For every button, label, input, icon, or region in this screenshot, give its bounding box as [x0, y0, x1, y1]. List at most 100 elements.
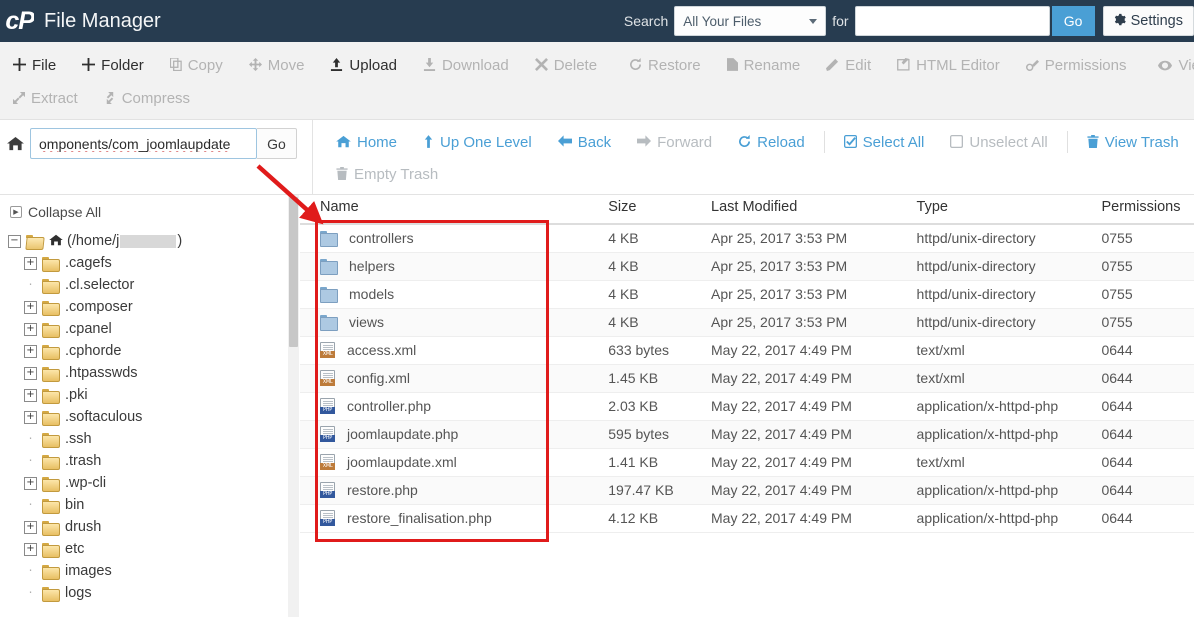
column-header-permissions[interactable]: Permissions — [1101, 195, 1194, 224]
table-row[interactable]: models4 KBApr 25, 2017 3:53 PMhttpd/unix… — [300, 280, 1194, 308]
cell-name[interactable]: models — [300, 280, 608, 308]
search-go-button[interactable]: Go — [1052, 6, 1095, 36]
cell-name[interactable]: PHPrestore.php — [300, 476, 608, 504]
tree-node-dot-cl-selector[interactable]: ‧.cl.selector — [24, 274, 300, 296]
nav-item-back[interactable]: Back — [545, 134, 624, 151]
path-input[interactable] — [30, 128, 257, 159]
tree-toggle-expand-icon[interactable]: + — [24, 543, 37, 556]
table-row[interactable]: helpers4 KBApr 25, 2017 3:53 PMhttpd/uni… — [300, 252, 1194, 280]
collapse-all-button[interactable]: ▶ Collapse All — [10, 204, 300, 220]
column-header-modified[interactable]: Last Modified — [711, 195, 917, 224]
up-icon — [423, 135, 434, 150]
item-label: Home — [357, 134, 397, 151]
tree-toggle-expand-icon[interactable]: + — [24, 521, 37, 534]
tree-node-dot-wp-cli[interactable]: + .wp-cli — [24, 472, 300, 494]
cell-name[interactable]: XMLaccess.xml — [300, 336, 608, 364]
search-scope-select[interactable]: All Your Files — [674, 6, 826, 36]
settings-button[interactable]: Settings — [1103, 6, 1194, 36]
tree-node-dot-trash[interactable]: ‧.trash — [24, 450, 300, 472]
toolbar-item-view: View — [1145, 57, 1194, 74]
cell-name[interactable]: PHPcontroller.php — [300, 392, 608, 420]
tree-node-label: .wp-cli — [65, 475, 106, 491]
tree-toggle-expand-icon[interactable]: + — [24, 345, 37, 358]
php-file-icon: PHP — [320, 510, 335, 526]
settings-label: Settings — [1131, 13, 1183, 29]
column-header-name[interactable]: Name — [300, 195, 608, 224]
nav-item-reload[interactable]: Reload — [725, 134, 818, 151]
cell-name[interactable]: XMLjoomlaupdate.xml — [300, 448, 608, 476]
path-go-button[interactable]: Go — [257, 128, 297, 159]
column-header-size[interactable]: Size — [608, 195, 711, 224]
folder-icon — [42, 322, 59, 336]
cell-name[interactable]: views — [300, 308, 608, 336]
cell-permissions: 0755 — [1101, 280, 1194, 308]
rename-icon — [727, 58, 738, 73]
tree-node-dot-cphorde[interactable]: +.cphorde — [24, 340, 300, 362]
table-row[interactable]: PHPcontroller.php2.03 KBMay 22, 2017 4:4… — [300, 392, 1194, 420]
tree-node-dot-composer[interactable]: +.composer — [24, 296, 300, 318]
search-input[interactable] — [855, 6, 1050, 36]
table-row[interactable]: XMLaccess.xml633 bytesMay 22, 2017 4:49 … — [300, 336, 1194, 364]
item-label: Delete — [554, 57, 597, 74]
tree-node-dot-ssh[interactable]: ‧.ssh — [24, 428, 300, 450]
tree-node-images[interactable]: ‧images — [24, 560, 300, 582]
table-row[interactable]: XMLjoomlaupdate.xml1.41 KBMay 22, 2017 4… — [300, 448, 1194, 476]
tree-toggle-expand-icon[interactable]: + — [24, 367, 37, 380]
toolbar-item-upload[interactable]: Upload — [317, 57, 410, 74]
tree-node-etc[interactable]: +etc — [24, 538, 300, 560]
file-name-label: helpers — [349, 258, 395, 274]
cell-size: 4 KB — [608, 252, 711, 280]
nav-area: Home Up One Level BackForwardReload Select … — [313, 120, 1194, 194]
reload-icon — [738, 135, 751, 150]
column-header-type[interactable]: Type — [917, 195, 1102, 224]
toolbar-item-folder[interactable]: Folder — [69, 57, 157, 74]
cell-name[interactable]: XML config.xml — [300, 364, 608, 392]
cell-name[interactable]: controllers — [300, 224, 608, 252]
tree-toggle-expand-icon[interactable]: + — [24, 301, 37, 314]
tree-toggle-expand-icon[interactable]: + — [24, 477, 37, 490]
file-name-label: config.xml — [347, 370, 410, 386]
tree-toggle-expand-icon[interactable]: + — [24, 389, 37, 402]
tree-node-home[interactable]: −(/home/j) — [8, 230, 300, 252]
tree-node-drush[interactable]: +drush — [24, 516, 300, 538]
home-icon[interactable] — [0, 128, 30, 158]
nav-item-home[interactable]: Home — [323, 134, 410, 151]
tree-node-dot-pki[interactable]: +.pki — [24, 384, 300, 406]
item-label: Up One Level — [440, 134, 532, 151]
cell-name[interactable]: helpers — [300, 252, 608, 280]
sidebar-scrollbar-thumb[interactable] — [289, 197, 298, 347]
nav-item-up-one-level[interactable]: Up One Level — [410, 134, 545, 151]
home-icon — [336, 135, 351, 150]
toolbar-item-edit: Edit — [813, 57, 884, 74]
tree-node-dot-cagefs[interactable]: +.cagefs — [24, 252, 300, 274]
cell-permissions: 0644 — [1101, 392, 1194, 420]
tree-node-dot-softaculous[interactable]: +.softaculous — [24, 406, 300, 428]
table-row[interactable]: PHPrestore.php197.47 KBMay 22, 2017 4:49… — [300, 476, 1194, 504]
cell-size: 595 bytes — [608, 420, 711, 448]
item-label: Restore — [648, 57, 701, 74]
nav-item-view-trash[interactable]: View Trash — [1074, 134, 1192, 151]
table-row[interactable]: views4 KBApr 25, 2017 3:53 PMhttpd/unix-… — [300, 308, 1194, 336]
folder-icon — [42, 432, 59, 446]
toolbar-item-file[interactable]: File — [0, 57, 69, 74]
table-row[interactable]: XMLconfig.xml1.45 KBMay 22, 2017 4:49 PM… — [300, 364, 1194, 392]
sidebar-scrollbar[interactable] — [288, 195, 299, 617]
table-row[interactable]: controllers4 KBApr 25, 2017 3:53 PMhttpd… — [300, 224, 1194, 252]
cell-name[interactable]: PHPjoomlaupdate.php — [300, 420, 608, 448]
tree-toggle-collapse-icon[interactable]: − — [8, 235, 21, 248]
tree-node-dot-cpanel[interactable]: +.cpanel — [24, 318, 300, 340]
xml-file-icon: XML — [320, 370, 335, 386]
nav-item-select-all[interactable]: Select All — [831, 134, 938, 151]
tree-toggle-expand-icon[interactable]: + — [24, 411, 37, 424]
tree-node-dot-htpasswds[interactable]: +.htpasswds — [24, 362, 300, 384]
cell-name[interactable]: PHPrestore_finalisation.php — [300, 504, 608, 532]
tree-toggle-expand-icon[interactable]: + — [24, 257, 37, 270]
tree-toggle-expand-icon[interactable]: + — [24, 323, 37, 336]
table-row[interactable]: PHPjoomlaupdate.php595 bytesMay 22, 2017… — [300, 420, 1194, 448]
tree-node-bin[interactable]: ‧bin — [24, 494, 300, 516]
folder-icon — [42, 366, 59, 380]
file-name-label: views — [349, 314, 384, 330]
tree-node-logs[interactable]: ‧logs — [24, 582, 300, 604]
table-row[interactable]: PHPrestore_finalisation.php4.12 KBMay 22… — [300, 504, 1194, 532]
nav-item-forward: Forward — [624, 134, 725, 151]
